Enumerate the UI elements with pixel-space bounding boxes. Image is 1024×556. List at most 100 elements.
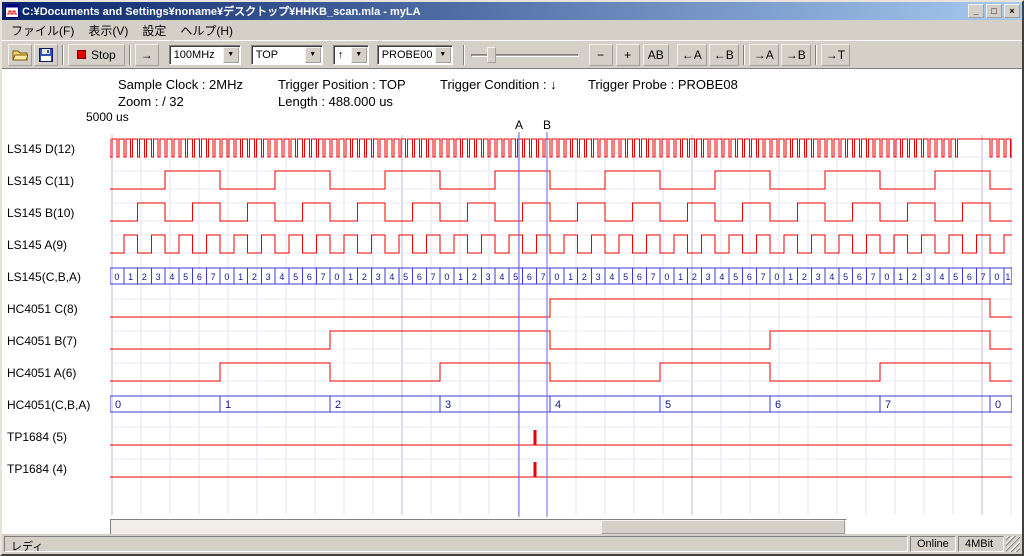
stop-button[interactable]: Stop xyxy=(68,44,125,66)
toolbar-separator xyxy=(62,45,64,65)
waveform-client: Sample Clock : 2MHz Trigger Position : T… xyxy=(2,68,1022,534)
ab-button[interactable]: AB xyxy=(643,44,669,66)
slider-thumb[interactable] xyxy=(487,47,496,63)
open-folder-icon xyxy=(12,48,28,61)
set-marker-a-button[interactable]: →A xyxy=(749,44,779,66)
bus-value: 7 xyxy=(321,272,326,282)
bus-value: 2 xyxy=(142,272,147,282)
bus-value: 7 xyxy=(981,272,986,282)
goto-marker-a-button[interactable]: ←A xyxy=(677,44,707,66)
bus-value: 4 xyxy=(499,272,504,282)
channel-label: LS145 A(9) xyxy=(7,237,107,253)
channel-label: HC4051(C,B,A) xyxy=(7,397,107,413)
open-button[interactable] xyxy=(8,44,32,66)
resize-grip[interactable] xyxy=(1006,536,1020,552)
bus-value: 4 xyxy=(829,272,834,282)
bus-value: 7 xyxy=(871,272,876,282)
close-button[interactable]: × xyxy=(1004,4,1020,18)
chevron-down-icon[interactable]: ▼ xyxy=(223,47,239,63)
bus-value: 5 xyxy=(733,272,738,282)
bus-value: 4 xyxy=(555,399,561,411)
bus-value: 5 xyxy=(293,272,298,282)
status-memory: 4MBit xyxy=(958,536,1004,552)
trigger-edge-value: ↑ xyxy=(334,49,351,61)
chevron-down-icon[interactable]: ▼ xyxy=(435,47,451,63)
statusbar: レディ Online 4MBit xyxy=(2,534,1022,554)
bus-value: 6 xyxy=(857,272,862,282)
bus-value: 0 xyxy=(995,399,1001,411)
waveform-trace xyxy=(110,235,1012,253)
bus-value: 7 xyxy=(211,272,216,282)
bus-value: 6 xyxy=(307,272,312,282)
bus-value: 1 xyxy=(898,272,903,282)
chevron-down-icon[interactable]: ▼ xyxy=(351,47,367,63)
bus-value: 6 xyxy=(197,272,202,282)
trigger-probe-info: Trigger Probe : PROBE08 xyxy=(588,77,738,92)
trigger-position-value: TOP xyxy=(252,49,305,61)
menu-settings[interactable]: 設定 xyxy=(135,20,173,41)
bus-cell xyxy=(770,396,880,412)
maximize-button[interactable]: □ xyxy=(986,4,1002,18)
bus-value: 5 xyxy=(665,399,671,411)
probe-select[interactable]: PROBE00 ▼ xyxy=(377,45,453,65)
chevron-down-icon[interactable]: ▼ xyxy=(305,47,321,63)
waveform-trace xyxy=(110,331,1012,349)
toolbar-separator xyxy=(129,45,131,65)
stop-icon xyxy=(77,50,86,59)
bus-value: 3 xyxy=(926,272,931,282)
window-title: C:¥Documents and Settings¥noname¥デスクトップ¥… xyxy=(22,3,968,19)
bus-value: 7 xyxy=(431,272,436,282)
waveform-trace xyxy=(110,139,1012,157)
bus-value: 0 xyxy=(884,272,889,282)
bus-value: 5 xyxy=(623,272,628,282)
menu-file[interactable]: ファイル(F) xyxy=(4,20,81,41)
bus-value: 3 xyxy=(266,272,271,282)
bus-cell xyxy=(440,396,550,412)
menu-view[interactable]: 表示(V) xyxy=(81,20,135,41)
goto-marker-b-button[interactable]: ←B xyxy=(709,44,739,66)
horizontal-scrollbar[interactable] xyxy=(110,519,847,535)
trigger-position-select[interactable]: TOP ▼ xyxy=(251,45,323,65)
scrollbar-thumb[interactable] xyxy=(601,520,845,534)
bus-value: 0 xyxy=(115,399,121,411)
bus-value: 2 xyxy=(582,272,587,282)
goto-trigger-button[interactable]: →T xyxy=(821,44,850,66)
bus-value: 1 xyxy=(348,272,353,282)
titlebar[interactable]: C:¥Documents and Settings¥noname¥デスクトップ¥… xyxy=(2,2,1022,20)
channel-label: TP1684 (4) xyxy=(7,461,107,477)
zoom-out-button[interactable]: − xyxy=(589,44,613,66)
run-button[interactable]: → xyxy=(135,44,159,66)
waveform-plot[interactable]: 0123456701234567012345670123456701234567… xyxy=(110,119,1012,519)
probe-value: PROBE00 xyxy=(378,49,435,61)
bus-value: 6 xyxy=(747,272,752,282)
zoom-in-button[interactable]: + xyxy=(616,44,640,66)
menu-help[interactable]: ヘルプ(H) xyxy=(173,20,240,41)
set-marker-b-button[interactable]: →B xyxy=(781,44,811,66)
bus-value: 4 xyxy=(609,272,614,282)
sample-clock-value: 100MHz xyxy=(170,49,223,61)
bus-value: 0 xyxy=(114,272,119,282)
bus-value: 2 xyxy=(472,272,477,282)
sample-clock-select[interactable]: 100MHz ▼ xyxy=(169,45,241,65)
channel-label: LS145(C,B,A) xyxy=(7,269,107,285)
bus-value: 1 xyxy=(1005,272,1010,282)
bus-value: 4 xyxy=(389,272,394,282)
floppy-icon xyxy=(39,48,53,62)
app-window: C:¥Documents and Settings¥noname¥デスクトップ¥… xyxy=(0,0,1024,556)
menubar: ファイル(F) 表示(V) 設定 ヘルプ(H) xyxy=(2,20,1022,40)
bus-value: 0 xyxy=(774,272,779,282)
channel-label: HC4051 A(6) xyxy=(7,365,107,381)
bus-cell xyxy=(330,396,440,412)
bus-value: 2 xyxy=(802,272,807,282)
channel-label: HC4051 B(7) xyxy=(7,333,107,349)
save-button[interactable] xyxy=(34,44,58,66)
zoom-slider[interactable] xyxy=(469,45,581,65)
bus-cell xyxy=(220,396,330,412)
bus-cell xyxy=(880,396,990,412)
trigger-edge-select[interactable]: ↑ ▼ xyxy=(333,45,369,65)
bus-value: 7 xyxy=(761,272,766,282)
minimize-button[interactable]: _ xyxy=(968,4,984,18)
toolbar-separator xyxy=(743,45,745,65)
bus-value: 2 xyxy=(912,272,917,282)
marker-label: A xyxy=(515,119,523,132)
